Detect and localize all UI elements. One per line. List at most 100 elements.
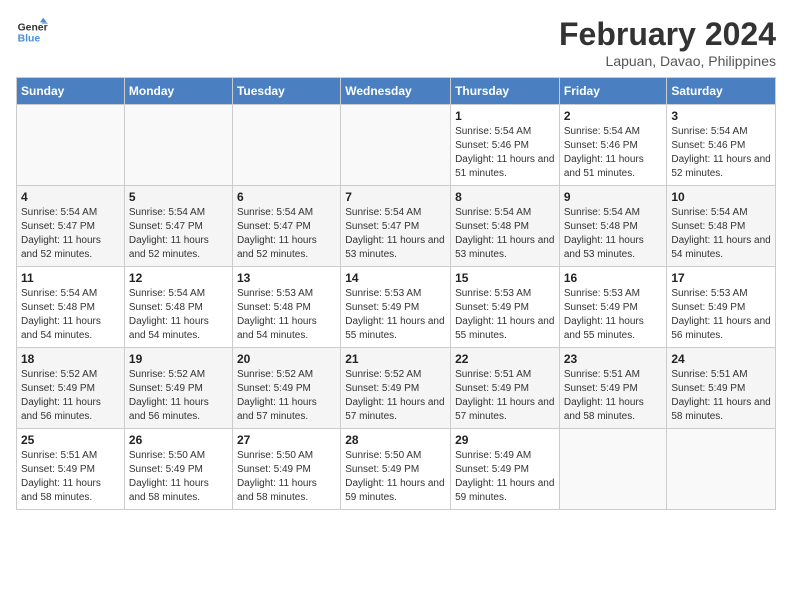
col-sunday: Sunday [17, 78, 125, 105]
day-detail: Sunrise: 5:51 AM Sunset: 5:49 PM Dayligh… [671, 368, 771, 424]
day-detail: Sunrise: 5:53 AM Sunset: 5:48 PM Dayligh… [237, 287, 336, 343]
col-monday: Monday [124, 78, 232, 105]
day-number: 21 [345, 352, 446, 366]
header-row: Sunday Monday Tuesday Wednesday Thursday… [17, 78, 776, 105]
calendar-cell: 22Sunrise: 5:51 AM Sunset: 5:49 PM Dayli… [451, 348, 560, 429]
col-friday: Friday [559, 78, 667, 105]
day-detail: Sunrise: 5:53 AM Sunset: 5:49 PM Dayligh… [671, 287, 771, 343]
day-number: 5 [129, 190, 228, 204]
day-number: 11 [21, 271, 120, 285]
day-detail: Sunrise: 5:50 AM Sunset: 5:49 PM Dayligh… [345, 449, 446, 505]
day-detail: Sunrise: 5:54 AM Sunset: 5:47 PM Dayligh… [345, 206, 446, 262]
calendar-cell: 8 Sunrise: 5:54 AM Sunset: 5:48 PM Daylig… [451, 186, 560, 267]
svg-text:Blue: Blue [18, 34, 41, 45]
calendar-cell: 19 Sunrise: 5:52 AM Sunset: 5:49 PM Dayli… [124, 348, 232, 429]
day-number: 8 [455, 190, 555, 204]
day-number: 25 [21, 433, 120, 447]
calendar-cell: 7 Sunrise: 5:54 AM Sunset: 5:47 PM Daylig… [341, 186, 451, 267]
day-number: 18 [21, 352, 120, 366]
day-detail: Sunrise: 5:54 AM Sunset: 5:47 PM Dayligh… [237, 206, 336, 262]
day-number: 15 [455, 271, 555, 285]
day-detail: Sunrise: 5:53 AM Sunset: 5:49 PM Dayligh… [345, 287, 446, 343]
calendar-cell: 28Sunrise: 5:50 AM Sunset: 5:49 PM Dayli… [341, 429, 451, 510]
calendar-cell: 16Sunrise: 5:53 AM Sunset: 5:49 PM Dayli… [559, 267, 667, 348]
calendar-cell: 6 Sunrise: 5:54 AM Sunset: 5:47 PM Daylig… [232, 186, 340, 267]
calendar-cell: 12 Sunrise: 5:54 AM Sunset: 5:48 PM Dayli… [124, 267, 232, 348]
logo-icon: General Blue [16, 16, 48, 48]
day-detail: Sunrise: 5:51 AM Sunset: 5:49 PM Dayligh… [21, 449, 120, 505]
day-detail: Sunrise: 5:54 AM Sunset: 5:48 PM Dayligh… [21, 287, 120, 343]
day-detail: Sunrise: 5:54 AM Sunset: 5:47 PM Dayligh… [129, 206, 228, 262]
title-block: February 2024 Lapuan, Davao, Philippines [559, 16, 776, 69]
calendar-cell: 3 Sunrise: 5:54 AM Sunset: 5:46 PM Daylig… [667, 105, 776, 186]
day-detail: Sunrise: 5:51 AM Sunset: 5:49 PM Dayligh… [455, 368, 555, 424]
calendar-cell: 26 Sunrise: 5:50 AM Sunset: 5:49 PM Dayli… [124, 429, 232, 510]
page-header: General Blue February 2024 Lapuan, Davao… [16, 16, 776, 69]
day-number: 12 [129, 271, 228, 285]
calendar-cell: 23 Sunrise: 5:51 AM Sunset: 5:49 PM Dayli… [559, 348, 667, 429]
day-number: 2 [564, 109, 663, 123]
day-detail: Sunrise: 5:51 AM Sunset: 5:49 PM Dayligh… [564, 368, 663, 424]
day-number: 19 [129, 352, 228, 366]
calendar-cell [17, 105, 125, 186]
day-number: 16 [564, 271, 663, 285]
calendar-cell: 4 Sunrise: 5:54 AM Sunset: 5:47 PM Daylig… [17, 186, 125, 267]
calendar-cell: 9Sunrise: 5:54 AM Sunset: 5:48 PM Daylig… [559, 186, 667, 267]
day-detail: Sunrise: 5:52 AM Sunset: 5:49 PM Dayligh… [237, 368, 336, 424]
calendar-cell: 17 Sunrise: 5:53 AM Sunset: 5:49 PM Dayli… [667, 267, 776, 348]
day-number: 14 [345, 271, 446, 285]
day-number: 1 [455, 109, 555, 123]
day-number: 23 [564, 352, 663, 366]
day-detail: Sunrise: 5:49 AM Sunset: 5:49 PM Dayligh… [455, 449, 555, 505]
calendar-cell [667, 429, 776, 510]
calendar-cell: 13 Sunrise: 5:53 AM Sunset: 5:48 PM Dayli… [232, 267, 340, 348]
svg-text:General: General [18, 22, 48, 33]
day-number: 4 [21, 190, 120, 204]
day-detail: Sunrise: 5:54 AM Sunset: 5:48 PM Dayligh… [455, 206, 555, 262]
day-detail: Sunrise: 5:54 AM Sunset: 5:48 PM Dayligh… [129, 287, 228, 343]
calendar-cell: 10Sunrise: 5:54 AM Sunset: 5:48 PM Dayli… [667, 186, 776, 267]
calendar-cell: 27 Sunrise: 5:50 AM Sunset: 5:49 PM Dayli… [232, 429, 340, 510]
day-number: 17 [671, 271, 771, 285]
day-detail: Sunrise: 5:52 AM Sunset: 5:49 PM Dayligh… [21, 368, 120, 424]
day-number: 20 [237, 352, 336, 366]
week-row-4: 18 Sunrise: 5:52 AM Sunset: 5:49 PM Dayli… [17, 348, 776, 429]
col-wednesday: Wednesday [341, 78, 451, 105]
day-number: 10 [671, 190, 771, 204]
calendar-table: Sunday Monday Tuesday Wednesday Thursday… [16, 77, 776, 510]
week-row-1: 1 Sunrise: 5:54 AM Sunset: 5:46 PM Daylig… [17, 105, 776, 186]
calendar-cell: 14 Sunrise: 5:53 AM Sunset: 5:49 PM Dayli… [341, 267, 451, 348]
col-saturday: Saturday [667, 78, 776, 105]
week-row-2: 4 Sunrise: 5:54 AM Sunset: 5:47 PM Daylig… [17, 186, 776, 267]
calendar-cell [124, 105, 232, 186]
day-number: 27 [237, 433, 336, 447]
day-number: 13 [237, 271, 336, 285]
calendar-cell: 2Sunrise: 5:54 AM Sunset: 5:46 PM Daylig… [559, 105, 667, 186]
calendar-cell: 20 Sunrise: 5:52 AM Sunset: 5:49 PM Dayli… [232, 348, 340, 429]
calendar-cell [232, 105, 340, 186]
day-number: 24 [671, 352, 771, 366]
day-detail: Sunrise: 5:52 AM Sunset: 5:49 PM Dayligh… [345, 368, 446, 424]
calendar-cell: 21 Sunrise: 5:52 AM Sunset: 5:49 PM Dayli… [341, 348, 451, 429]
day-detail: Sunrise: 5:52 AM Sunset: 5:49 PM Dayligh… [129, 368, 228, 424]
calendar-cell: 11 Sunrise: 5:54 AM Sunset: 5:48 PM Dayli… [17, 267, 125, 348]
day-detail: Sunrise: 5:54 AM Sunset: 5:47 PM Dayligh… [21, 206, 120, 262]
calendar-cell: 25 Sunrise: 5:51 AM Sunset: 5:49 PM Dayli… [17, 429, 125, 510]
day-number: 7 [345, 190, 446, 204]
calendar-cell: 5 Sunrise: 5:54 AM Sunset: 5:47 PM Daylig… [124, 186, 232, 267]
day-detail: Sunrise: 5:50 AM Sunset: 5:49 PM Dayligh… [129, 449, 228, 505]
day-number: 6 [237, 190, 336, 204]
day-number: 29 [455, 433, 555, 447]
week-row-5: 25 Sunrise: 5:51 AM Sunset: 5:49 PM Dayli… [17, 429, 776, 510]
logo: General Blue [16, 16, 48, 48]
col-thursday: Thursday [451, 78, 560, 105]
day-detail: Sunrise: 5:54 AM Sunset: 5:46 PM Dayligh… [671, 125, 771, 181]
day-number: 26 [129, 433, 228, 447]
day-detail: Sunrise: 5:54 AM Sunset: 5:48 PM Dayligh… [564, 206, 663, 262]
calendar-cell: 1Sunrise: 5:54 AM Sunset: 5:46 PM Daylig… [451, 105, 560, 186]
day-number: 3 [671, 109, 771, 123]
calendar-cell: 24 Sunrise: 5:51 AM Sunset: 5:49 PM Dayli… [667, 348, 776, 429]
location-subtitle: Lapuan, Davao, Philippines [559, 53, 776, 69]
day-detail: Sunrise: 5:50 AM Sunset: 5:49 PM Dayligh… [237, 449, 336, 505]
week-row-3: 11 Sunrise: 5:54 AM Sunset: 5:48 PM Dayli… [17, 267, 776, 348]
